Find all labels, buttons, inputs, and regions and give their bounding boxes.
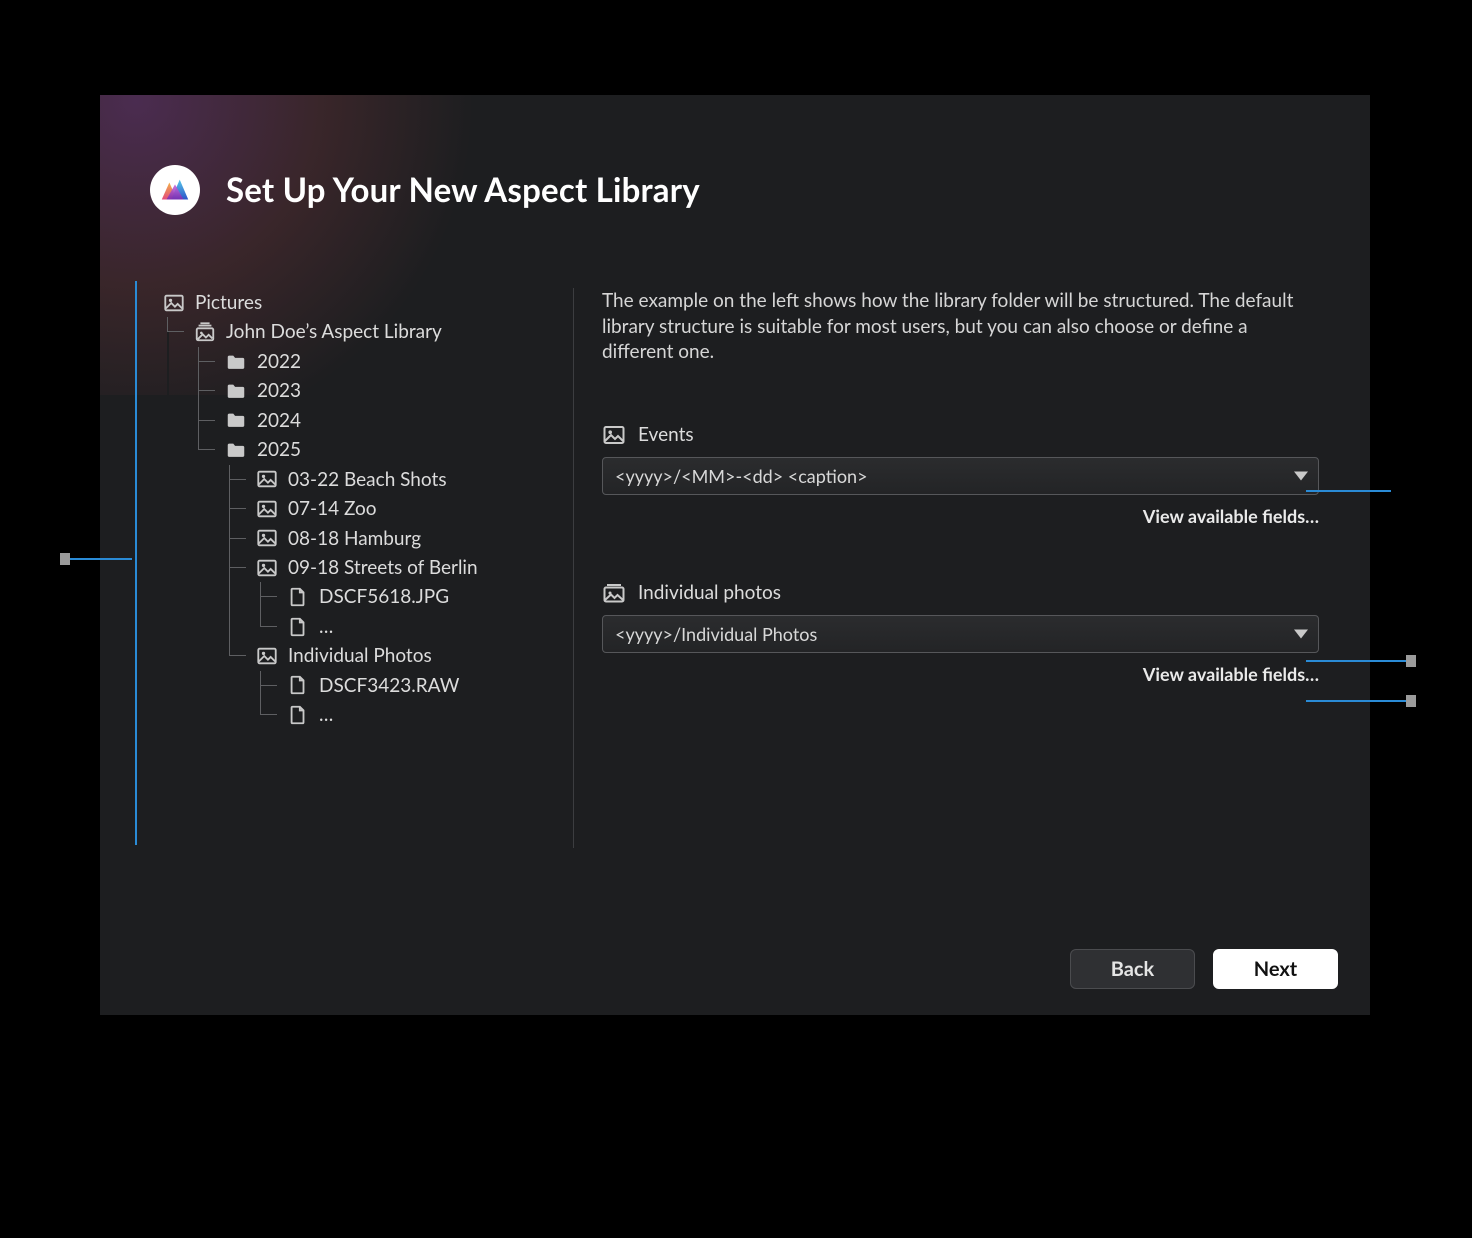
app-logo-icon bbox=[150, 165, 200, 215]
picture-icon bbox=[256, 527, 278, 549]
footer-buttons: Back Next bbox=[1070, 949, 1338, 989]
vertical-divider bbox=[573, 288, 574, 848]
file-icon bbox=[287, 616, 309, 638]
tree-event-label: 03-22 Beach Shots bbox=[288, 465, 447, 494]
folder-structure-preview: Pictures John Doe’s Aspect Library bbox=[135, 280, 565, 895]
picture-icon bbox=[163, 292, 185, 314]
tree-year: 2022 bbox=[225, 347, 565, 376]
tree-file-label: … bbox=[319, 612, 333, 641]
tree-event-label: 09-18 Streets of Berlin bbox=[288, 553, 478, 582]
chevron-down-icon bbox=[1294, 471, 1308, 480]
tree-individual-label: Individual Photos bbox=[288, 641, 432, 670]
individual-view-fields-link[interactable]: View available fields… bbox=[1143, 663, 1319, 685]
tree-root: Pictures bbox=[163, 288, 565, 317]
tree-event-label: 07-14 Zoo bbox=[288, 494, 377, 523]
tree-library: John Doe’s Aspect Library bbox=[194, 317, 565, 346]
individual-label-text: Individual photos bbox=[638, 581, 781, 604]
individual-pattern-value: <yyyy>/Individual Photos bbox=[615, 623, 817, 645]
picture-icon bbox=[256, 498, 278, 520]
folder-icon bbox=[225, 439, 247, 461]
tree-year-label: 2025 bbox=[257, 435, 301, 464]
folder-icon bbox=[225, 409, 247, 431]
tree-year-label: 2022 bbox=[257, 347, 301, 376]
events-pattern-select[interactable]: <yyyy>/<MM>-<dd> <caption> bbox=[602, 457, 1319, 495]
tree-individual: Individual Photos bbox=[256, 641, 565, 670]
individual-section-label: Individual photos bbox=[602, 581, 1319, 605]
annotation-callout-events bbox=[1306, 490, 1391, 492]
photo-stack-icon bbox=[602, 581, 626, 605]
tree-event: 08-18 Hamburg bbox=[256, 524, 565, 553]
intro-text: The example on the left shows how the li… bbox=[602, 288, 1319, 365]
setup-window: Set Up Your New Aspect Library Pictures bbox=[100, 95, 1370, 1015]
tree-file: DSCF5618.JPG bbox=[287, 582, 565, 611]
annotation-callout-left bbox=[70, 558, 132, 560]
annotation-callout-fields bbox=[1306, 700, 1406, 702]
back-button[interactable]: Back bbox=[1070, 949, 1195, 989]
chevron-down-icon bbox=[1294, 629, 1308, 638]
file-icon bbox=[287, 704, 309, 726]
picture-icon bbox=[256, 468, 278, 490]
tree-year-label: 2023 bbox=[257, 376, 301, 405]
tree-file-label: DSCF3423.RAW bbox=[319, 671, 459, 700]
tree-file: … bbox=[287, 612, 565, 641]
tree-event: 09-18 Streets of Berlin bbox=[256, 553, 565, 582]
library-stack-icon bbox=[194, 321, 216, 343]
tree-year: 2025 bbox=[225, 435, 565, 464]
individual-pattern-select[interactable]: <yyyy>/Individual Photos bbox=[602, 615, 1319, 653]
tree-file: DSCF3423.RAW bbox=[287, 671, 565, 700]
tree-root-label: Pictures bbox=[195, 288, 262, 317]
events-pattern-value: <yyyy>/<MM>-<dd> <caption> bbox=[615, 465, 868, 487]
folder-icon bbox=[225, 380, 247, 402]
tree-file: … bbox=[287, 700, 565, 729]
picture-icon bbox=[602, 423, 626, 447]
file-icon bbox=[287, 674, 309, 696]
picture-icon bbox=[256, 645, 278, 667]
page-title: Set Up Your New Aspect Library bbox=[226, 170, 700, 210]
tree-event: 03-22 Beach Shots bbox=[256, 465, 565, 494]
file-icon bbox=[287, 586, 309, 608]
tree-year: 2024 bbox=[225, 406, 565, 435]
tree-year-label: 2024 bbox=[257, 406, 301, 435]
tree-event: 07-14 Zoo bbox=[256, 494, 565, 523]
next-button[interactable]: Next bbox=[1213, 949, 1338, 989]
picture-icon bbox=[256, 557, 278, 579]
tree-event-label: 08-18 Hamburg bbox=[288, 524, 421, 553]
tree-file-label: DSCF5618.JPG bbox=[319, 582, 449, 611]
events-label-text: Events bbox=[638, 423, 694, 446]
header: Set Up Your New Aspect Library bbox=[150, 165, 700, 215]
tree-library-label: John Doe’s Aspect Library bbox=[226, 317, 442, 346]
events-section-label: Events bbox=[602, 423, 1319, 447]
events-view-fields-link[interactable]: View available fields… bbox=[1143, 505, 1319, 527]
tree-file-label: … bbox=[319, 700, 333, 729]
tree-year: 2023 bbox=[225, 376, 565, 405]
folder-icon bbox=[225, 351, 247, 373]
annotation-callout-individual bbox=[1306, 660, 1406, 662]
